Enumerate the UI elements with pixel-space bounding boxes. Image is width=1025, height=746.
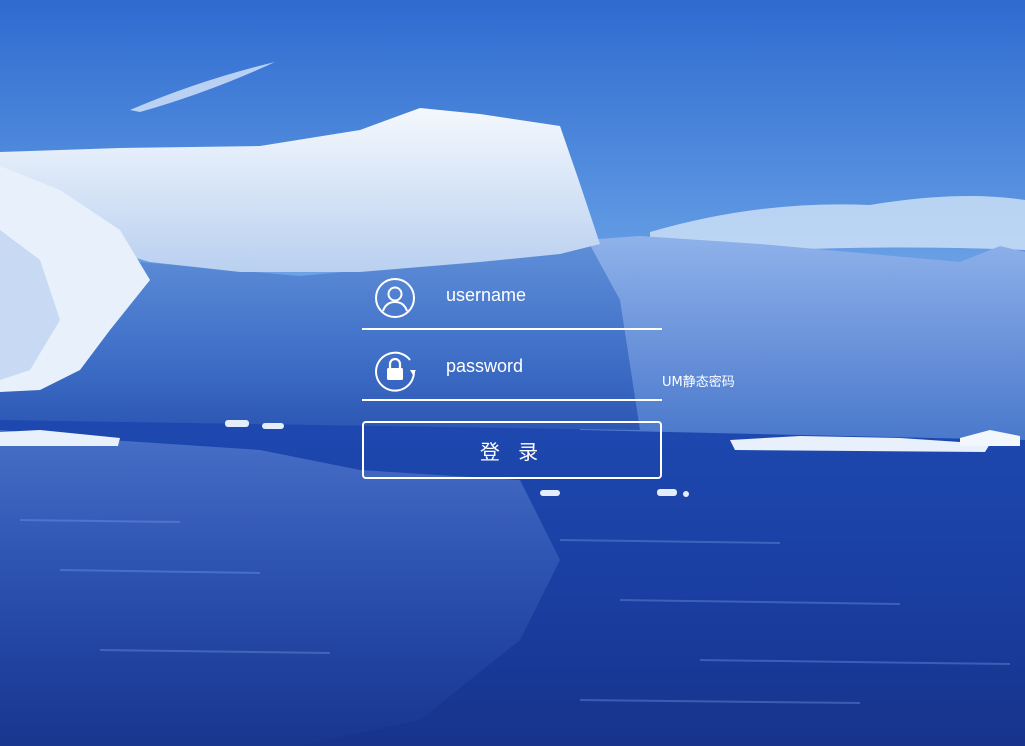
- user-circle-icon: [375, 278, 415, 318]
- login-button[interactable]: 登 录: [362, 421, 662, 479]
- username-field[interactable]: [362, 268, 662, 330]
- username-input[interactable]: [446, 280, 646, 310]
- lock-refresh-icon: [375, 351, 416, 392]
- password-input[interactable]: [446, 351, 646, 381]
- password-field[interactable]: [362, 339, 662, 401]
- um-static-password-link[interactable]: UM静态密码: [662, 371, 735, 390]
